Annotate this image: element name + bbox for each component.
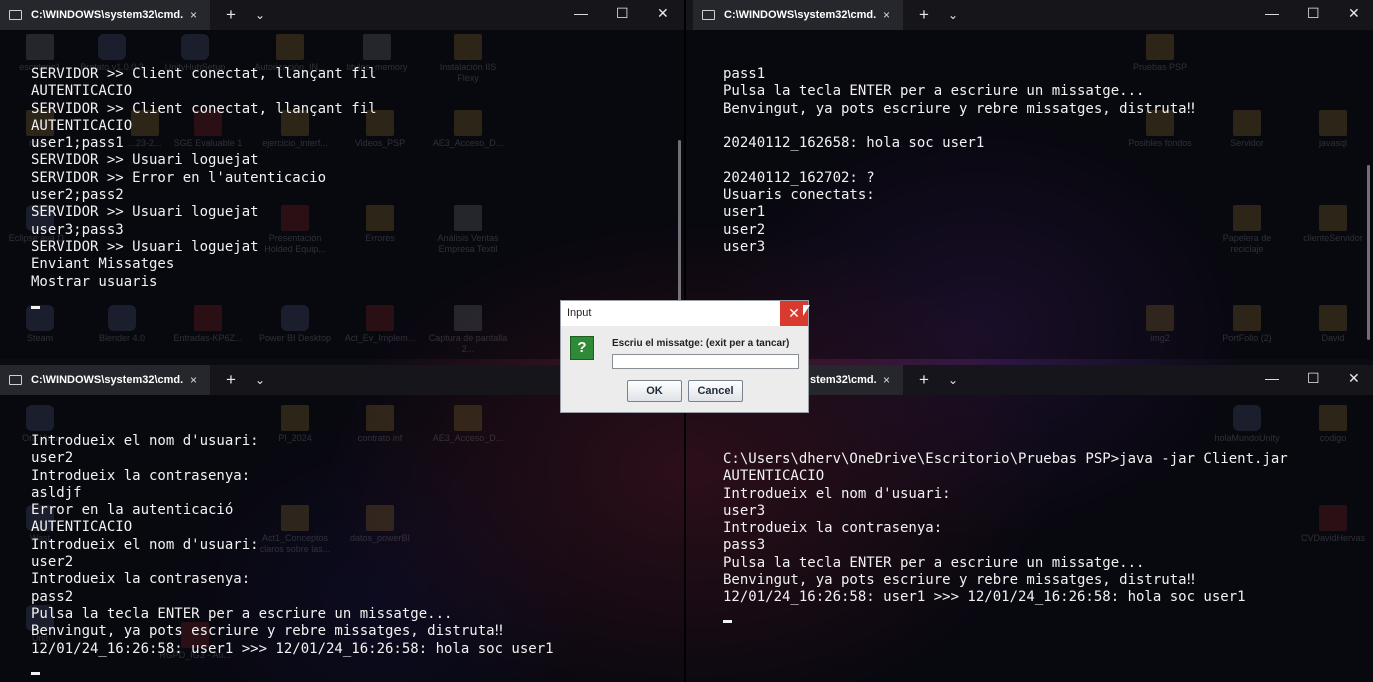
text-cursor xyxy=(723,620,732,623)
tab-title: C:\WINDOWS\system32\cmd. xyxy=(31,9,184,21)
maximize-button[interactable]: ☐ xyxy=(1307,370,1320,387)
window-controls: — ☐ ✕ xyxy=(1249,365,1373,395)
window-controls: — ☐ ✕ xyxy=(560,0,684,30)
tab-title: C:\WINDOWS\system32\cmd. xyxy=(724,9,877,21)
tab-close-icon[interactable]: × xyxy=(190,373,197,387)
scrollbar[interactable] xyxy=(1367,165,1370,340)
terminal-icon xyxy=(9,10,22,20)
new-tab-button[interactable]: + xyxy=(226,370,236,390)
terminal-output: SERVIDOR >> Client conectat, llançant fi… xyxy=(31,66,377,290)
tab-dropdown-button[interactable]: ⌄ xyxy=(255,8,265,22)
close-button[interactable]: ✕ xyxy=(1348,5,1360,22)
minimize-button[interactable]: — xyxy=(1265,5,1279,21)
terminal-tab[interactable]: C:\WINDOWS\system32\cmd. × xyxy=(693,0,903,30)
maximize-button[interactable]: ☐ xyxy=(616,5,629,22)
terminal-icon xyxy=(9,375,22,385)
text-cursor xyxy=(31,306,40,309)
new-tab-button[interactable]: + xyxy=(226,5,236,25)
ok-button[interactable]: OK xyxy=(627,380,682,402)
dialog-title: Input xyxy=(567,307,592,319)
tab-dropdown-button[interactable]: ⌄ xyxy=(255,373,265,387)
close-button[interactable]: ✕ xyxy=(1348,370,1360,387)
question-icon: ? xyxy=(570,336,594,360)
minimize-button[interactable]: — xyxy=(574,5,588,21)
maximize-button[interactable]: ☐ xyxy=(1307,5,1320,22)
terminal-output: Introdueix el nom d'usuari: user2 Introd… xyxy=(31,433,554,657)
tab-close-icon[interactable]: × xyxy=(883,373,890,387)
new-tab-button[interactable]: + xyxy=(919,5,929,25)
terminal-tab[interactable]: C:\WINDOWS\system32\cmd. × xyxy=(0,0,210,30)
minimize-button[interactable]: — xyxy=(1265,370,1279,386)
terminal-tab[interactable]: C:\WINDOWS\system32\cmd. × xyxy=(0,365,210,395)
tab-close-icon[interactable]: × xyxy=(883,8,890,22)
cancel-button[interactable]: Cancel xyxy=(688,380,743,402)
tab-dropdown-button[interactable]: ⌄ xyxy=(948,8,958,22)
input-dialog: Input ✕ ? Escriu el missatge: (exit per … xyxy=(560,300,809,413)
tab-title: C:\WINDOWS\system32\cmd. xyxy=(31,374,184,386)
message-input[interactable] xyxy=(612,354,799,369)
new-tab-button[interactable]: + xyxy=(919,370,929,390)
dialog-body: ? Escriu el missatge: (exit per a tancar… xyxy=(561,326,808,412)
terminal-output: C:\Users\dherv\OneDrive\Escritorio\Prueb… xyxy=(723,451,1288,606)
text-cursor xyxy=(31,672,40,675)
terminal-icon xyxy=(702,10,715,20)
terminal-tabbar: C:\WINDOWS\system32\cmd. × + ⌄ — ☐ ✕ xyxy=(686,0,1373,30)
terminal-output: pass1 Pulsa la tecla ENTER per a escriur… xyxy=(723,66,1196,255)
tab-close-icon[interactable]: × xyxy=(190,8,197,22)
tab-title: stem32\cmd. xyxy=(810,374,877,386)
terminal-tabbar: C:\WINDOWS\system32\cmd. × + ⌄ — ☐ ✕ xyxy=(0,0,684,30)
close-button[interactable]: ✕ xyxy=(657,5,669,22)
tab-dropdown-button[interactable]: ⌄ xyxy=(948,373,958,387)
window-controls: — ☐ ✕ xyxy=(1249,0,1373,30)
dialog-prompt: Escriu el missatge: (exit per a tancar) xyxy=(612,338,790,349)
mouse-pointer xyxy=(803,305,810,316)
